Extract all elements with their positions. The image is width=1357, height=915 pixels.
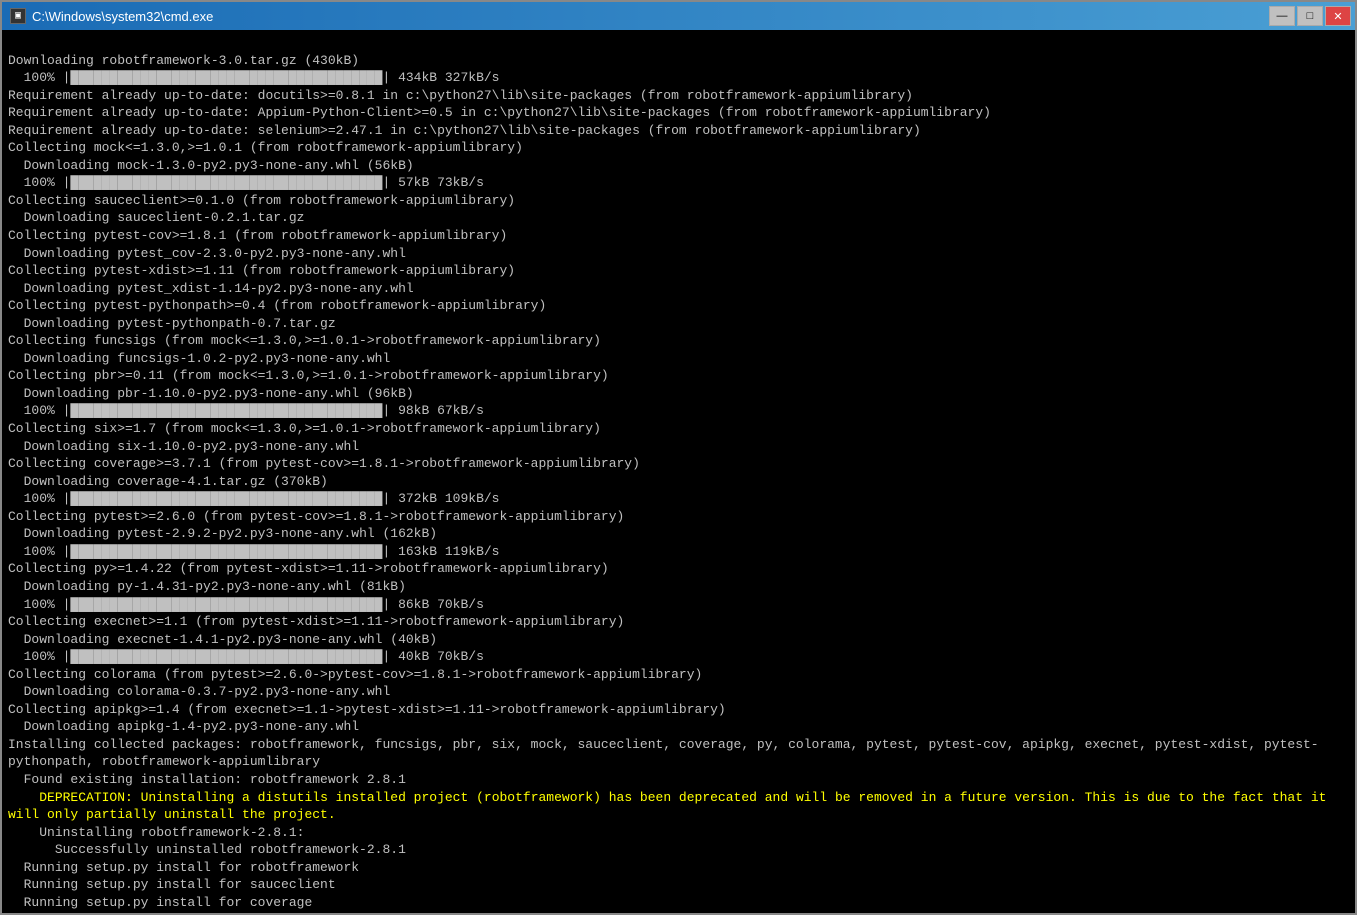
close-button[interactable]: ✕ — [1325, 6, 1351, 26]
line: Downloading pytest-pythonpath-0.7.tar.gz — [8, 316, 336, 331]
line: Collecting funcsigs (from mock<=1.3.0,>=… — [8, 333, 601, 348]
line: Downloading six-1.10.0-py2.py3-none-any.… — [8, 439, 359, 454]
line: Collecting apipkg>=1.4 (from execnet>=1.… — [8, 702, 726, 717]
line: Running setup.py install for pytest-pyth… — [8, 912, 382, 913]
deprecation-warning: DEPRECATION: Uninstalling a distutils in… — [8, 790, 1334, 823]
title-bar-left: ▣ C:\Windows\system32\cmd.exe — [10, 8, 213, 24]
line: Running setup.py install for robotframew… — [8, 860, 359, 875]
line: 100% |██████████████████████████████████… — [8, 597, 484, 612]
line: Downloading execnet-1.4.1-py2.py3-none-a… — [8, 632, 437, 647]
minimize-button[interactable]: — — [1269, 6, 1295, 26]
line: 100% |██████████████████████████████████… — [8, 544, 500, 559]
line: Collecting sauceclient>=0.1.0 (from robo… — [8, 193, 515, 208]
line: Downloading colorama-0.3.7-py2.py3-none-… — [8, 684, 390, 699]
line: Downloading pytest_xdist-1.14-py2.py3-no… — [8, 281, 414, 296]
line: Requirement already up-to-date: selenium… — [8, 123, 921, 138]
line: Downloading py-1.4.31-py2.py3-none-any.w… — [8, 579, 406, 594]
line: Uninstalling robotframework-2.8.1: — [8, 825, 304, 840]
window-title: C:\Windows\system32\cmd.exe — [32, 9, 213, 24]
line: 100% |██████████████████████████████████… — [8, 649, 484, 664]
line: Collecting execnet>=1.1 (from pytest-xdi… — [8, 614, 624, 629]
line: Requirement already up-to-date: docutils… — [8, 88, 913, 103]
line: Running setup.py install for sauceclient — [8, 877, 336, 892]
line: 100% |██████████████████████████████████… — [8, 70, 500, 85]
line: Collecting py>=1.4.22 (from pytest-xdist… — [8, 561, 609, 576]
line: Collecting pytest-xdist>=1.11 (from robo… — [8, 263, 515, 278]
line: Collecting coverage>=3.7.1 (from pytest-… — [8, 456, 640, 471]
line: Downloading apipkg-1.4-py2.py3-none-any.… — [8, 719, 359, 734]
cmd-window: ▣ C:\Windows\system32\cmd.exe — □ ✕ Down… — [0, 0, 1357, 915]
line: Downloading funcsigs-1.0.2-py2.py3-none-… — [8, 351, 390, 366]
line: Downloading sauceclient-0.2.1.tar.gz — [8, 210, 304, 225]
line: 100% |██████████████████████████████████… — [8, 403, 484, 418]
line: Collecting mock<=1.3.0,>=1.0.1 (from rob… — [8, 140, 523, 155]
line: Downloading pytest-2.9.2-py2.py3-none-an… — [8, 526, 437, 541]
line: Requirement already up-to-date: Appium-P… — [8, 105, 991, 120]
line: Running setup.py install for coverage — [8, 895, 312, 910]
line: Downloading robotframework-3.0.tar.gz (4… — [8, 53, 359, 68]
line: Collecting pytest-cov>=1.8.1 (from robot… — [8, 228, 507, 243]
line: 100% |██████████████████████████████████… — [8, 491, 500, 506]
line: Downloading pbr-1.10.0-py2.py3-none-any.… — [8, 386, 414, 401]
line: Successfully uninstalled robotframework-… — [8, 842, 406, 857]
line: Downloading coverage-4.1.tar.gz (370kB) — [8, 474, 328, 489]
console-output[interactable]: Downloading robotframework-3.0.tar.gz (4… — [2, 30, 1355, 913]
line: Collecting six>=1.7 (from mock<=1.3.0,>=… — [8, 421, 601, 436]
line: Collecting pytest>=2.6.0 (from pytest-co… — [8, 509, 624, 524]
maximize-button[interactable]: □ — [1297, 6, 1323, 26]
title-bar: ▣ C:\Windows\system32\cmd.exe — □ ✕ — [2, 2, 1355, 30]
window-controls: — □ ✕ — [1269, 6, 1351, 26]
line: 100% |██████████████████████████████████… — [8, 175, 484, 190]
line: Downloading pytest_cov-2.3.0-py2.py3-non… — [8, 246, 406, 261]
line: Found existing installation: robotframew… — [8, 772, 406, 787]
line: Collecting pytest-pythonpath>=0.4 (from … — [8, 298, 546, 313]
line: Collecting pbr>=0.11 (from mock<=1.3.0,>… — [8, 368, 609, 383]
cmd-icon: ▣ — [10, 8, 26, 24]
line: Downloading mock-1.3.0-py2.py3-none-any.… — [8, 158, 414, 173]
line: Installing collected packages: robotfram… — [8, 737, 1319, 770]
line: Collecting colorama (from pytest>=2.6.0-… — [8, 667, 702, 682]
